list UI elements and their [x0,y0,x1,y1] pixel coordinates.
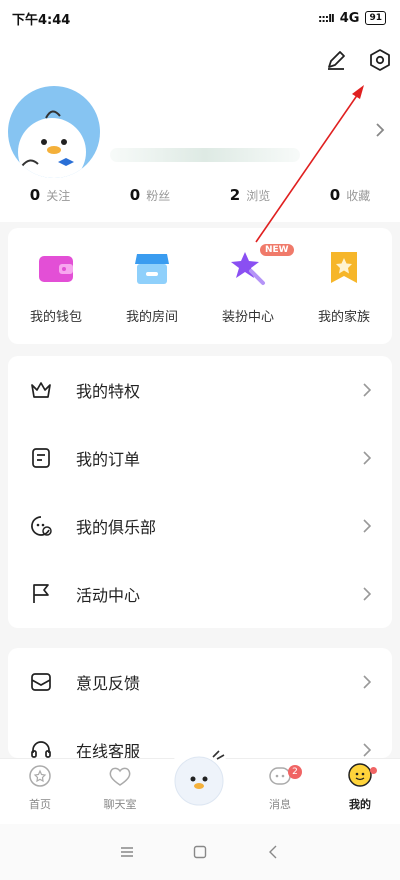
home-square-icon[interactable] [190,842,210,862]
stat-number: 0 [129,186,141,204]
bottom-tab-bar: 首页 聊天室 2 消息 我的 [0,745,400,824]
stat-label: 粉丝 [146,189,171,203]
duck-mascot-avatar [18,110,86,178]
unread-badge: 2 [288,765,302,779]
pencil-icon[interactable] [322,46,350,74]
dot-badge [370,767,377,774]
menu-label: 意见反馈 [76,674,141,693]
quick-item-dressup[interactable]: NEW 装扮中心 [200,228,296,344]
chevron-right-icon [360,675,374,689]
tab-label: 消息 [269,798,291,811]
menu-item-orders[interactable]: 我的订单 [8,424,392,492]
tab-label: 聊天室 [103,798,137,811]
quick-item-wallet[interactable]: 我的钱包 [8,228,104,344]
tab-label: 我的 [349,798,371,811]
quick-item-family[interactable]: 我的家族 [296,228,392,344]
heart-chat-icon [107,764,133,792]
back-icon[interactable] [263,842,283,862]
menu-item-feedback[interactable]: 意见反馈 [8,648,392,716]
quick-item-room[interactable]: 我的房间 [104,228,200,344]
status-indicators: :::ll 4G 91 [318,11,386,26]
menu-label: 我的特权 [76,382,141,401]
stat-following[interactable]: 0 关注 [0,186,100,210]
chevron-right-icon [360,743,374,757]
tab-profile[interactable]: 我的 [320,759,400,824]
chevron-right-icon[interactable] [370,120,390,140]
wallet-icon [36,248,76,288]
quick-label: 我的钱包 [29,310,82,325]
status-bar: 下午4:44 :::ll 4G 91 [0,0,400,36]
battery-icon: 91 [365,11,386,25]
menu-card-support: 意见反馈 在线客服 [8,648,392,758]
menu-item-activity[interactable]: 活动中心 [8,560,392,628]
stat-views[interactable]: 2 浏览 [200,186,300,210]
top-bar [0,36,400,86]
duck-mascot-icon[interactable] [169,745,231,807]
signal-icon: :::ll [318,11,335,25]
network-type: 4G [339,10,360,26]
avatar[interactable] [8,86,100,178]
quick-label: 我的房间 [125,310,178,325]
flag-icon [28,581,54,607]
stat-number: 0 [29,186,41,204]
crown-icon [28,377,54,403]
feedback-icon [28,669,54,695]
tab-chatroom[interactable]: 聊天室 [80,759,160,824]
quick-label: 我的家族 [317,310,370,325]
chevron-right-icon [360,451,374,465]
menu-label: 活动中心 [76,586,141,605]
menu-card-primary: 我的特权 我的订单 我的俱乐部 活动中心 [8,356,392,628]
status-time: 下午4:44 [12,12,71,28]
quick-actions-card: 我的钱包 我的房间 NEW 装扮中心 我的家族 [8,228,392,344]
stat-label: 收藏 [346,189,371,203]
stat-followers[interactable]: 0 粉丝 [100,186,200,210]
quick-label: 装扮中心 [221,310,274,325]
tab-label: 首页 [29,798,51,811]
chevron-right-icon [360,519,374,533]
menu-label: 我的订单 [76,450,141,469]
menu-label: 我的俱乐部 [76,518,157,537]
tab-center[interactable] [160,745,240,824]
stat-label: 关注 [46,189,71,203]
store-icon [132,248,172,288]
menu-item-club[interactable]: 我的俱乐部 [8,492,392,560]
tab-home[interactable]: 首页 [0,759,80,824]
profile-stats: 0 关注 0 粉丝 2 浏览 0 收藏 [0,186,400,210]
headset-icon [28,737,54,758]
menu-icon[interactable] [117,842,137,862]
username-blurred [110,148,300,162]
home-icon [28,764,52,792]
banner-star-icon [324,248,364,288]
stat-number: 0 [329,186,341,204]
battery-level: 91 [369,12,382,23]
profile-icon [347,762,373,792]
new-badge: NEW [260,244,294,256]
tab-messages[interactable]: 2 消息 [240,759,320,824]
order-icon [28,445,54,471]
chevron-right-icon [360,383,374,397]
club-icon [28,513,54,539]
stat-label: 浏览 [246,189,271,203]
menu-item-privileges[interactable]: 我的特权 [8,356,392,424]
system-nav-bar [0,824,400,880]
stat-favorites[interactable]: 0 收藏 [300,186,400,210]
profile-header: 0 关注 0 粉丝 2 浏览 0 收藏 [0,86,400,222]
settings-hexagon-icon[interactable] [366,46,394,74]
chevron-right-icon [360,587,374,601]
stat-number: 2 [229,186,241,204]
